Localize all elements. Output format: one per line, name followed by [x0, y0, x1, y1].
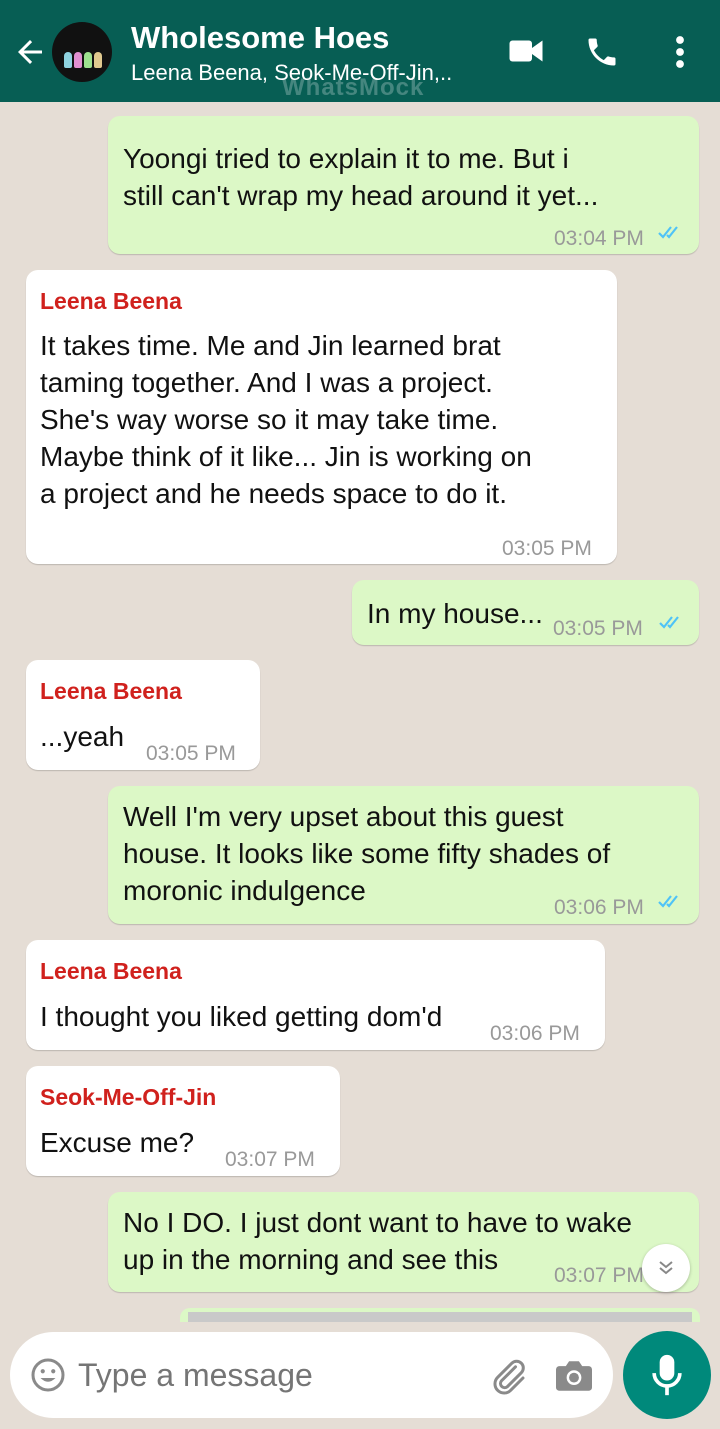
sender-name[interactable]: Leena Beena: [40, 676, 182, 706]
sender-name[interactable]: Leena Beena: [40, 956, 182, 986]
video-call-icon[interactable]: [508, 36, 544, 66]
message-text: It takes time. Me and Jin learned brat t…: [40, 330, 532, 509]
message-outgoing[interactable]: Yoongi tried to explain it to me. But i …: [108, 116, 699, 254]
image-message-partial[interactable]: [180, 1308, 700, 1322]
message-list[interactable]: Yoongi tried to explain it to me. But i …: [0, 102, 720, 1322]
message-incoming[interactable]: Seok-Me-Off-Jin Excuse me? 03:07 PM: [26, 1066, 340, 1176]
scroll-to-bottom-button[interactable]: [642, 1244, 690, 1292]
voice-record-button[interactable]: [623, 1331, 711, 1419]
emoji-icon[interactable]: [30, 1357, 66, 1393]
camera-icon[interactable]: [554, 1358, 594, 1394]
message-text: I thought you liked getting dom'd: [40, 1001, 443, 1032]
message-time: 03:04 PM: [554, 227, 644, 250]
chat-title[interactable]: Wholesome Hoes: [131, 20, 389, 56]
read-ticks-icon: [659, 616, 679, 629]
group-avatar[interactable]: [52, 22, 112, 82]
message-time: 03:06 PM: [554, 896, 644, 919]
read-ticks-icon: [658, 895, 678, 908]
message-incoming[interactable]: Leena Beena ...yeah 03:05 PM: [26, 660, 260, 770]
message-outgoing[interactable]: No I DO. I just dont want to have to wak…: [108, 1192, 699, 1292]
message-text: In my house...: [367, 598, 543, 629]
message-text: Yoongi tried to explain it to me. But i …: [123, 143, 599, 211]
message-time: 03:05 PM: [502, 537, 592, 560]
message-time: 03:07 PM: [554, 1264, 644, 1287]
back-arrow-icon[interactable]: [12, 34, 48, 70]
attach-icon[interactable]: [488, 1356, 528, 1396]
message-outgoing[interactable]: In my house... 03:05 PM: [352, 580, 699, 645]
message-time: 03:06 PM: [490, 1022, 580, 1045]
chat-header: Wholesome Hoes WhatsMock Leena Beena, Se…: [0, 0, 720, 102]
message-time: 03:05 PM: [146, 742, 236, 765]
double-chevron-down-icon: [659, 1261, 673, 1275]
mic-icon: [652, 1354, 682, 1396]
message-incoming[interactable]: Leena Beena I thought you liked getting …: [26, 940, 605, 1050]
more-vert-icon[interactable]: [668, 34, 692, 70]
message-input[interactable]: [78, 1352, 478, 1398]
message-time: 03:05 PM: [553, 617, 643, 640]
message-outgoing[interactable]: Well I'm very upset about this guest hou…: [108, 786, 699, 924]
message-composer: [10, 1332, 613, 1418]
message-text: Excuse me?: [40, 1127, 195, 1158]
read-ticks-icon: [658, 226, 678, 239]
chat-members[interactable]: Leena Beena, Seok-Me-Off-Jin,..: [131, 60, 452, 86]
message-text: Well I'm very upset about this guest hou…: [123, 801, 611, 906]
sender-name[interactable]: Leena Beena: [40, 286, 182, 316]
phone-icon[interactable]: [584, 34, 620, 70]
image-preview: [188, 1312, 692, 1322]
message-incoming[interactable]: Leena Beena It takes time. Me and Jin le…: [26, 270, 617, 564]
sender-name[interactable]: Seok-Me-Off-Jin: [40, 1082, 216, 1112]
message-text: ...yeah: [40, 721, 125, 752]
message-time: 03:07 PM: [225, 1148, 315, 1171]
